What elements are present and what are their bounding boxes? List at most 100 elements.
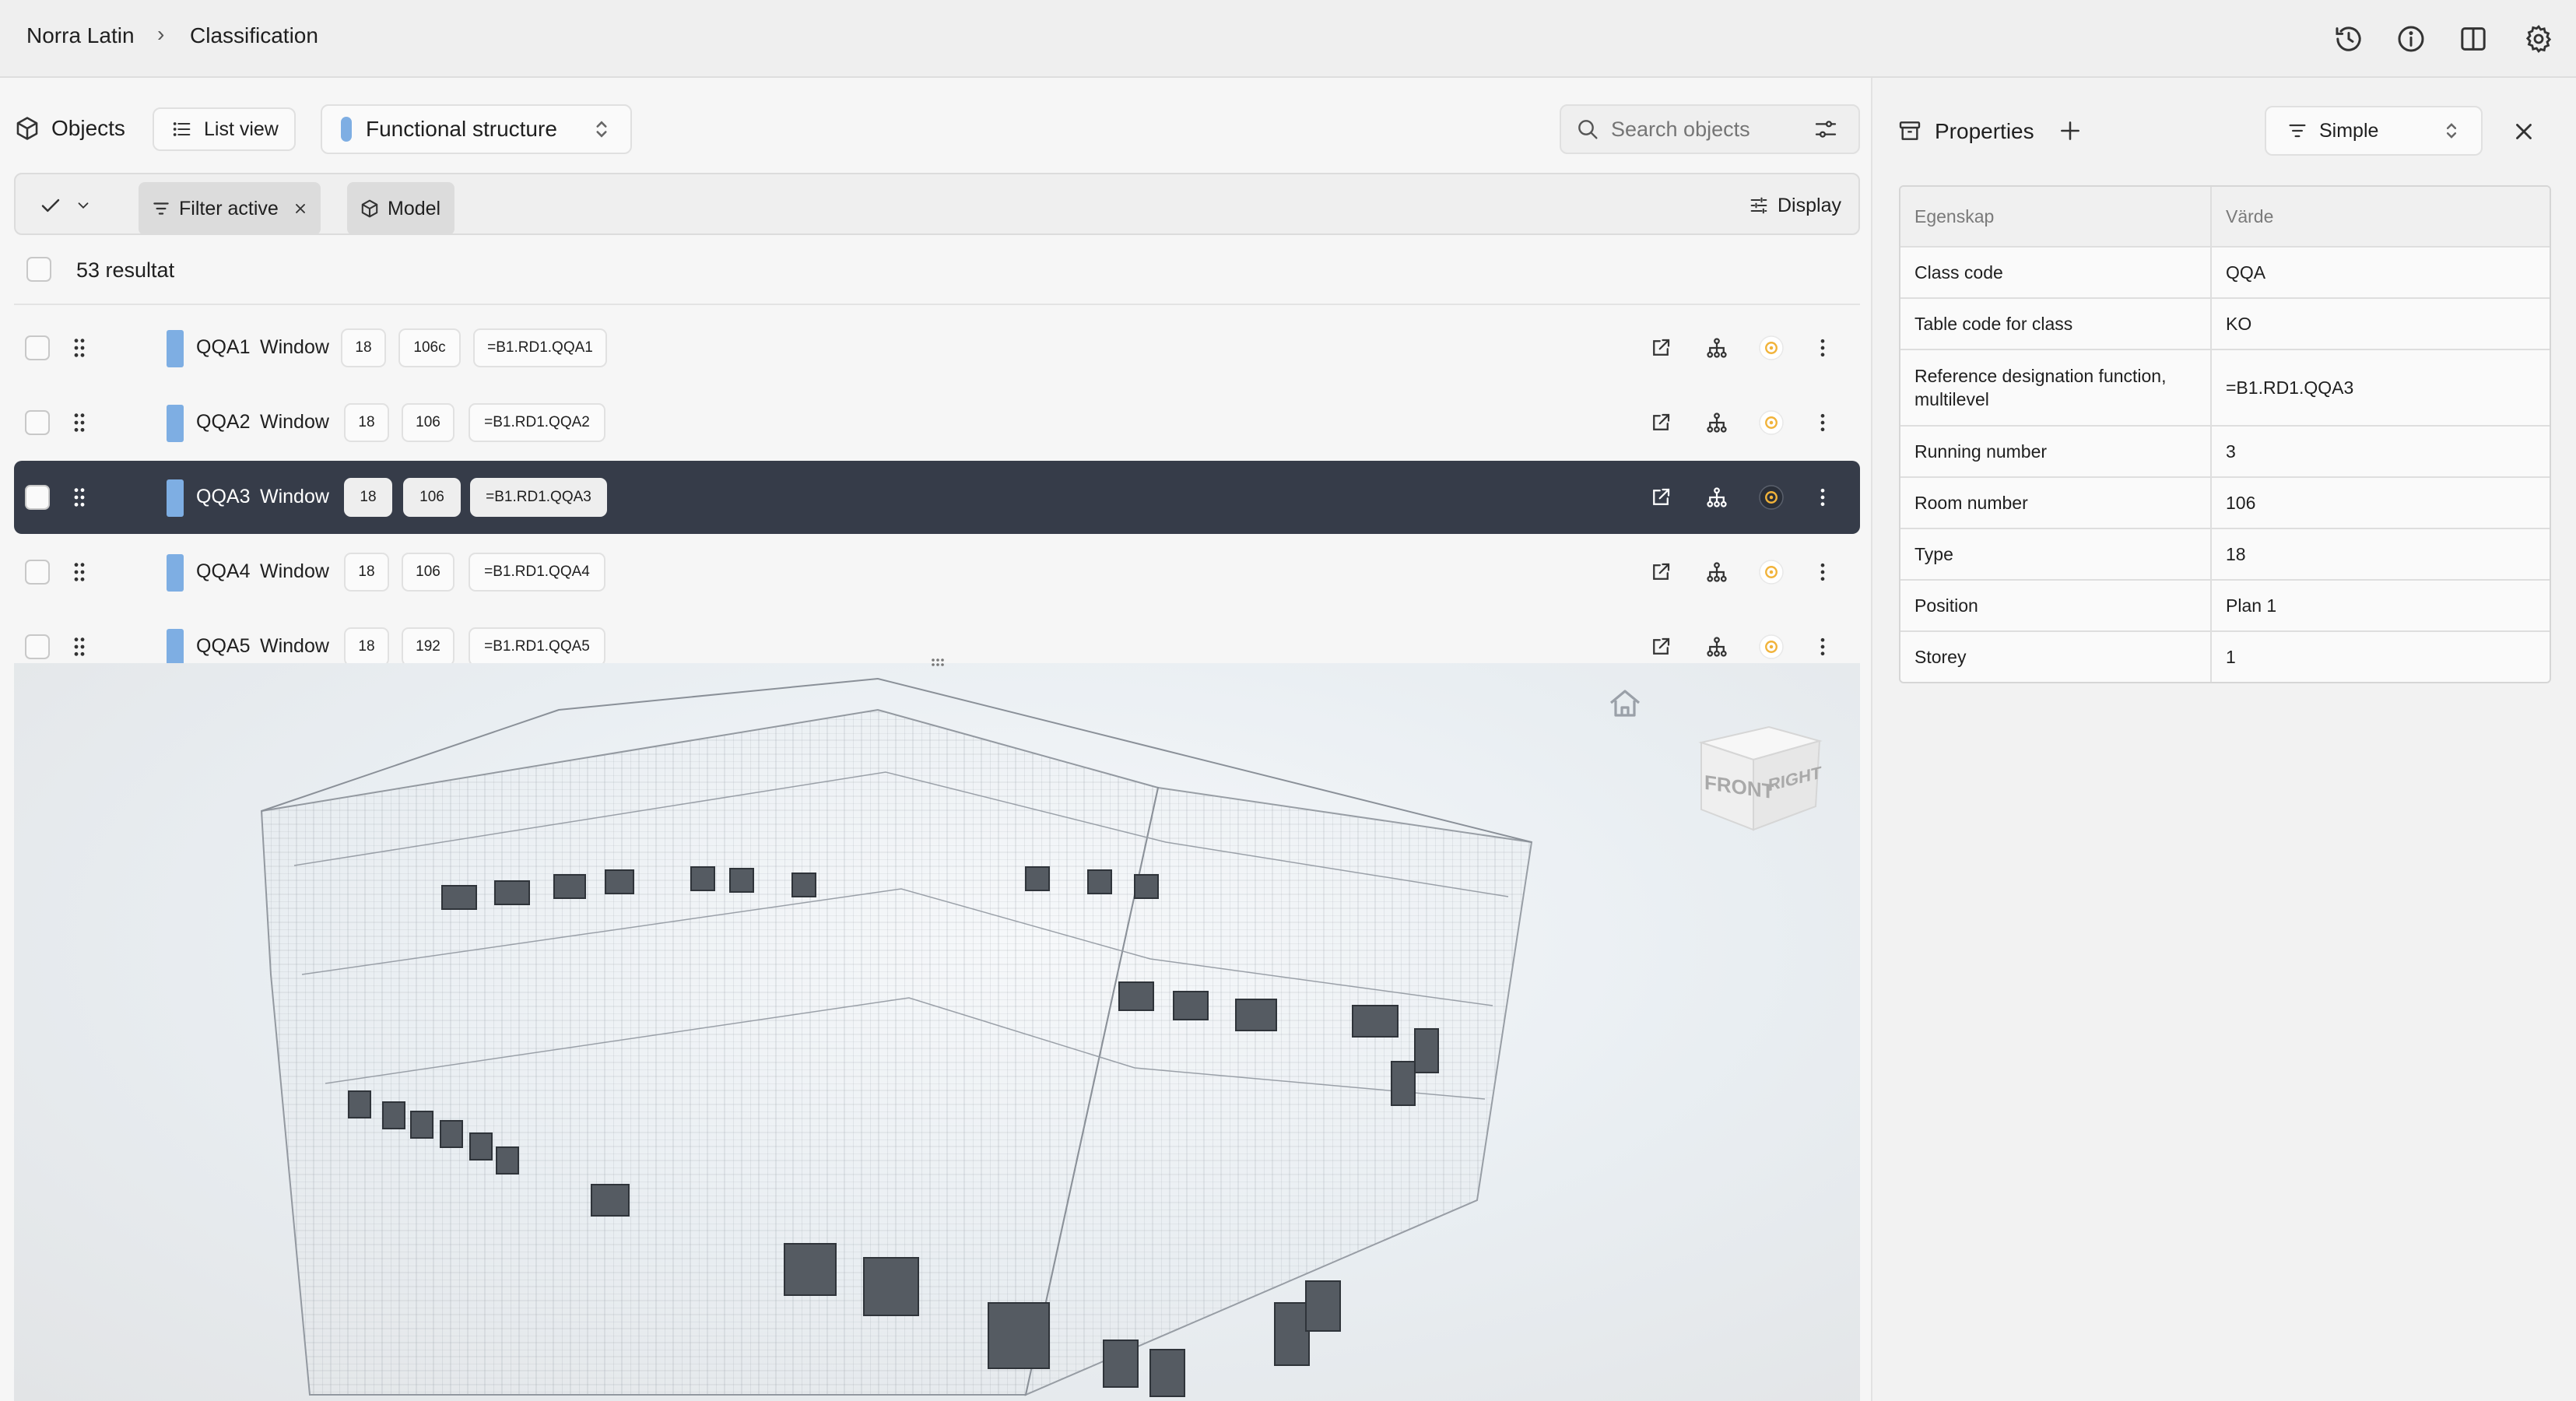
- row-color-indicator: [167, 629, 184, 663]
- property-row[interactable]: Position Plan 1: [1900, 581, 2550, 632]
- info-icon[interactable]: [2392, 20, 2430, 58]
- status-badge[interactable]: [1756, 631, 1787, 662]
- results-divider: [14, 304, 1860, 305]
- hierarchy-icon[interactable]: [1701, 482, 1732, 513]
- structure-color-indicator: [341, 117, 352, 142]
- property-row[interactable]: Type 18: [1900, 529, 2550, 581]
- properties-title: Properties: [1935, 119, 2034, 143]
- checkmark-icon: [41, 198, 60, 212]
- row-type-tag: 18: [341, 328, 386, 367]
- navigation-cube[interactable]: FRONT RIGHT: [1695, 711, 1827, 844]
- list-item[interactable]: QQA1 Window 18 106c =B1.RD1.QQA1: [14, 311, 1860, 384]
- select-all-checkbox[interactable]: [26, 257, 51, 282]
- drag-handle-icon[interactable]: [67, 634, 92, 659]
- open-external-icon[interactable]: [1645, 407, 1676, 438]
- status-badge[interactable]: [1756, 407, 1787, 438]
- history-icon[interactable]: [2330, 20, 2367, 58]
- filter-active-chip[interactable]: Filter active: [139, 182, 321, 235]
- open-external-icon[interactable]: [1645, 332, 1676, 363]
- row-type-tag: 18: [344, 627, 389, 663]
- structure-select[interactable]: Functional structure: [321, 104, 632, 154]
- property-key: Position: [1900, 581, 2212, 630]
- property-key: Storey: [1900, 632, 2212, 682]
- property-value: QQA: [2226, 262, 2266, 283]
- row-code: QQA2: [196, 411, 251, 433]
- more-options-icon[interactable]: [1807, 407, 1838, 438]
- open-external-icon[interactable]: [1645, 482, 1676, 513]
- row-checkbox[interactable]: [25, 410, 50, 435]
- status-badge[interactable]: [1756, 557, 1787, 588]
- view-mode-select[interactable]: Simple: [2265, 106, 2483, 156]
- drag-handle-icon[interactable]: [67, 560, 92, 585]
- more-options-icon[interactable]: [1807, 631, 1838, 662]
- status-badge[interactable]: [1756, 332, 1787, 363]
- search-input[interactable]: [1611, 117, 1790, 142]
- row-color-indicator: [167, 479, 184, 517]
- property-row[interactable]: Running number 3: [1900, 427, 2550, 478]
- list-item[interactable]: QQA2 Window 18 106 =B1.RD1.QQA2: [14, 386, 1860, 459]
- more-options-icon[interactable]: [1807, 482, 1838, 513]
- status-badge[interactable]: [1756, 482, 1787, 513]
- hierarchy-icon[interactable]: [1701, 557, 1732, 588]
- row-color-indicator: [167, 554, 184, 592]
- property-value: KO: [2226, 313, 2252, 334]
- bulk-select-dropdown[interactable]: [39, 191, 93, 219]
- top-bar: Norra Latin › Classification: [0, 0, 2576, 78]
- more-options-icon[interactable]: [1807, 557, 1838, 588]
- property-row[interactable]: Storey 1: [1900, 632, 2550, 682]
- filter-settings-icon[interactable]: [1813, 117, 1838, 142]
- column-header-property: Egenskap: [1900, 187, 2212, 246]
- row-checkbox[interactable]: [25, 335, 50, 360]
- drag-handle-icon[interactable]: [67, 410, 92, 435]
- property-row[interactable]: Class code QQA: [1900, 248, 2550, 299]
- close-icon[interactable]: [2511, 118, 2537, 145]
- home-view-icon[interactable]: [1606, 685, 1644, 722]
- breadcrumb-page: Classification: [190, 23, 318, 47]
- drag-handle-icon[interactable]: [67, 335, 92, 360]
- row-color-indicator: [167, 405, 184, 442]
- cube-icon: [361, 199, 378, 218]
- list-view-button[interactable]: List view: [153, 107, 296, 151]
- open-external-icon[interactable]: [1645, 631, 1676, 662]
- objects-title: Objects: [51, 116, 125, 140]
- breadcrumb-project[interactable]: Norra Latin: [26, 23, 135, 48]
- archive-icon: [1897, 118, 1922, 143]
- property-row[interactable]: Table code for class KO: [1900, 299, 2550, 350]
- row-name: Window: [260, 411, 329, 433]
- property-row[interactable]: Reference designation function, multilev…: [1900, 350, 2550, 427]
- list-item-selected[interactable]: QQA3 Window 18 106 =B1.RD1.QQA3: [14, 461, 1860, 534]
- chevron-down-icon: [78, 202, 89, 209]
- row-checkbox[interactable]: [25, 485, 50, 510]
- structure-select-label: Functional structure: [366, 117, 557, 141]
- row-room-tag: 106c: [398, 328, 461, 367]
- hierarchy-icon[interactable]: [1701, 407, 1732, 438]
- property-row[interactable]: Room number 106: [1900, 478, 2550, 529]
- resize-handle-icon[interactable]: [926, 655, 949, 669]
- row-checkbox[interactable]: [25, 560, 50, 585]
- property-value: 18: [2226, 543, 2246, 564]
- list-view-label: List view: [204, 118, 279, 140]
- add-property-icon[interactable]: [2058, 118, 2083, 143]
- model-chip[interactable]: Model: [347, 182, 454, 235]
- column-header-value: Värde: [2226, 205, 2274, 226]
- drag-handle-icon[interactable]: [67, 485, 92, 510]
- 3d-model-viewer[interactable]: FRONT RIGHT: [14, 663, 1860, 1401]
- hierarchy-icon[interactable]: [1701, 332, 1732, 363]
- row-name: Window: [260, 336, 329, 358]
- row-name: Window: [260, 486, 329, 507]
- row-name: Window: [260, 635, 329, 657]
- row-checkbox[interactable]: [25, 634, 50, 659]
- more-options-icon[interactable]: [1807, 332, 1838, 363]
- split-view-icon[interactable]: [2455, 20, 2492, 58]
- list-item[interactable]: QQA4 Window 18 106 =B1.RD1.QQA4: [14, 535, 1860, 609]
- results-count: 53 resultat: [76, 258, 175, 282]
- row-reference-tag: =B1.RD1.QQA2: [469, 403, 605, 442]
- breadcrumb-separator-icon: ›: [157, 22, 165, 46]
- open-external-icon[interactable]: [1645, 557, 1676, 588]
- hierarchy-icon[interactable]: [1701, 631, 1732, 662]
- settings-icon[interactable]: [2520, 20, 2557, 58]
- property-value: 3: [2226, 441, 2236, 462]
- close-icon[interactable]: [293, 201, 308, 216]
- display-button[interactable]: Display: [1748, 190, 1841, 221]
- search-box[interactable]: [1560, 104, 1860, 154]
